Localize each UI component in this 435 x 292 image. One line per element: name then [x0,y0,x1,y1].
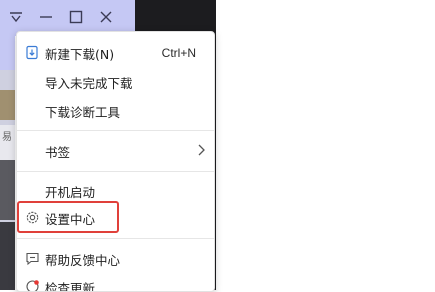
menu-item-label: 帮助反馈中心 [45,250,120,269]
main-menu: 新建下载(N) Ctrl+N 导入未完成下载 下载诊断工具 书签 开机启动 设置… [16,31,215,292]
maximize-icon[interactable] [64,6,88,28]
new-download-icon [25,45,40,60]
menu-divider [17,171,214,172]
settings-highlight-box [17,201,119,233]
menu-item-bookmarks[interactable]: 书签 [17,138,214,164]
minimize-icon[interactable] [34,6,58,28]
dropdown-icon[interactable] [4,6,28,28]
menu-item-check-update[interactable]: 检查更新 [17,274,214,292]
menu-item-import-unfinished[interactable]: 导入未完成下载 [17,69,214,95]
feedback-icon [25,251,40,266]
menu-item-label: 新建下载(N) [45,44,114,63]
update-icon [25,279,40,292]
menu-item-label: 导入未完成下载 [45,73,133,92]
background-left-strip: 易 [0,0,15,290]
menu-divider [17,130,214,131]
menu-item-shortcut: Ctrl+N [162,46,196,60]
menu-divider [17,238,214,239]
menu-item-label: 书签 [45,142,70,161]
close-icon[interactable] [94,6,118,28]
menu-item-new-download[interactable]: 新建下载(N) Ctrl+N [17,40,214,66]
background-text: 易 [2,128,12,143]
menu-item-label: 下载诊断工具 [45,102,120,121]
chevron-right-icon [194,143,208,161]
menu-item-label: 开机启动 [45,182,95,201]
menu-item-download-diagnostics[interactable]: 下载诊断工具 [17,98,214,124]
menu-item-help-feedback[interactable]: 帮助反馈中心 [17,246,214,272]
